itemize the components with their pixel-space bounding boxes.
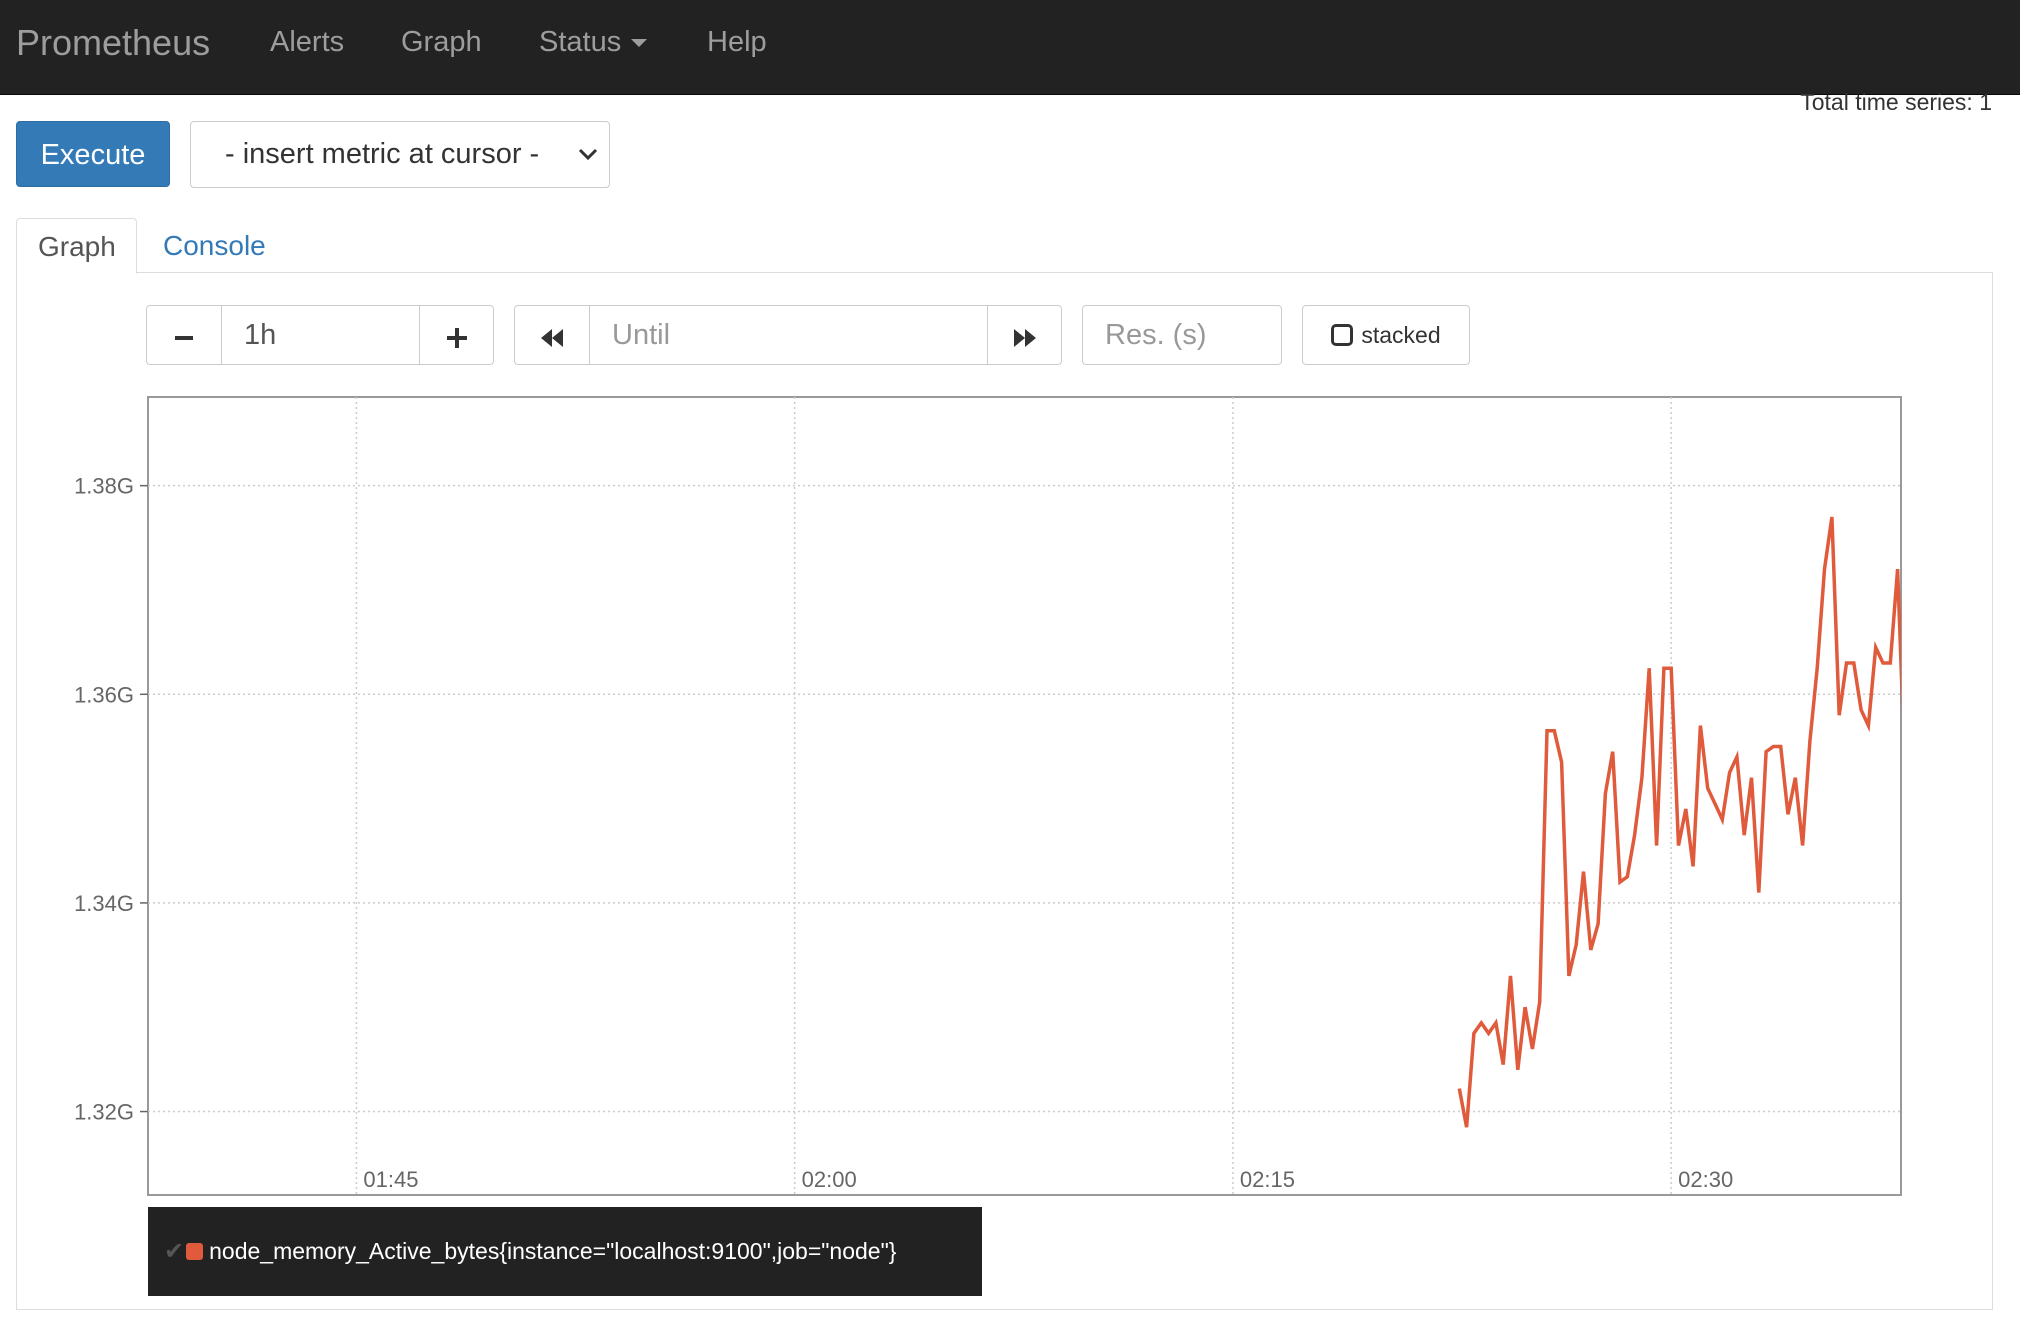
y-tick-label: 1.32G <box>74 1100 134 1125</box>
checkmark-icon[interactable]: ✔ <box>164 1238 184 1265</box>
graph-chart: 1.38G 1.36G 1.34G 1.32G 01:45 02:00 02:15 02:30 <box>74 396 1902 1196</box>
x-tick-label: 02:00 <box>802 1167 857 1192</box>
y-tick-label: 1.34G <box>74 891 134 916</box>
legend-series-label[interactable]: node_memory_Active_bytes{instance="local… <box>209 1238 896 1264</box>
graph-legend: ✔ node_memory_Active_bytes{instance="loca… <box>148 1207 982 1296</box>
series-color-swatch <box>186 1243 204 1260</box>
x-tick-label: 02:30 <box>1678 1167 1733 1192</box>
x-tick-label: 01:45 <box>363 1167 418 1192</box>
x-tick-label: 02:15 <box>1240 1167 1295 1192</box>
y-tick-label: 1.36G <box>74 682 134 707</box>
y-tick-label: 1.38G <box>74 474 134 499</box>
